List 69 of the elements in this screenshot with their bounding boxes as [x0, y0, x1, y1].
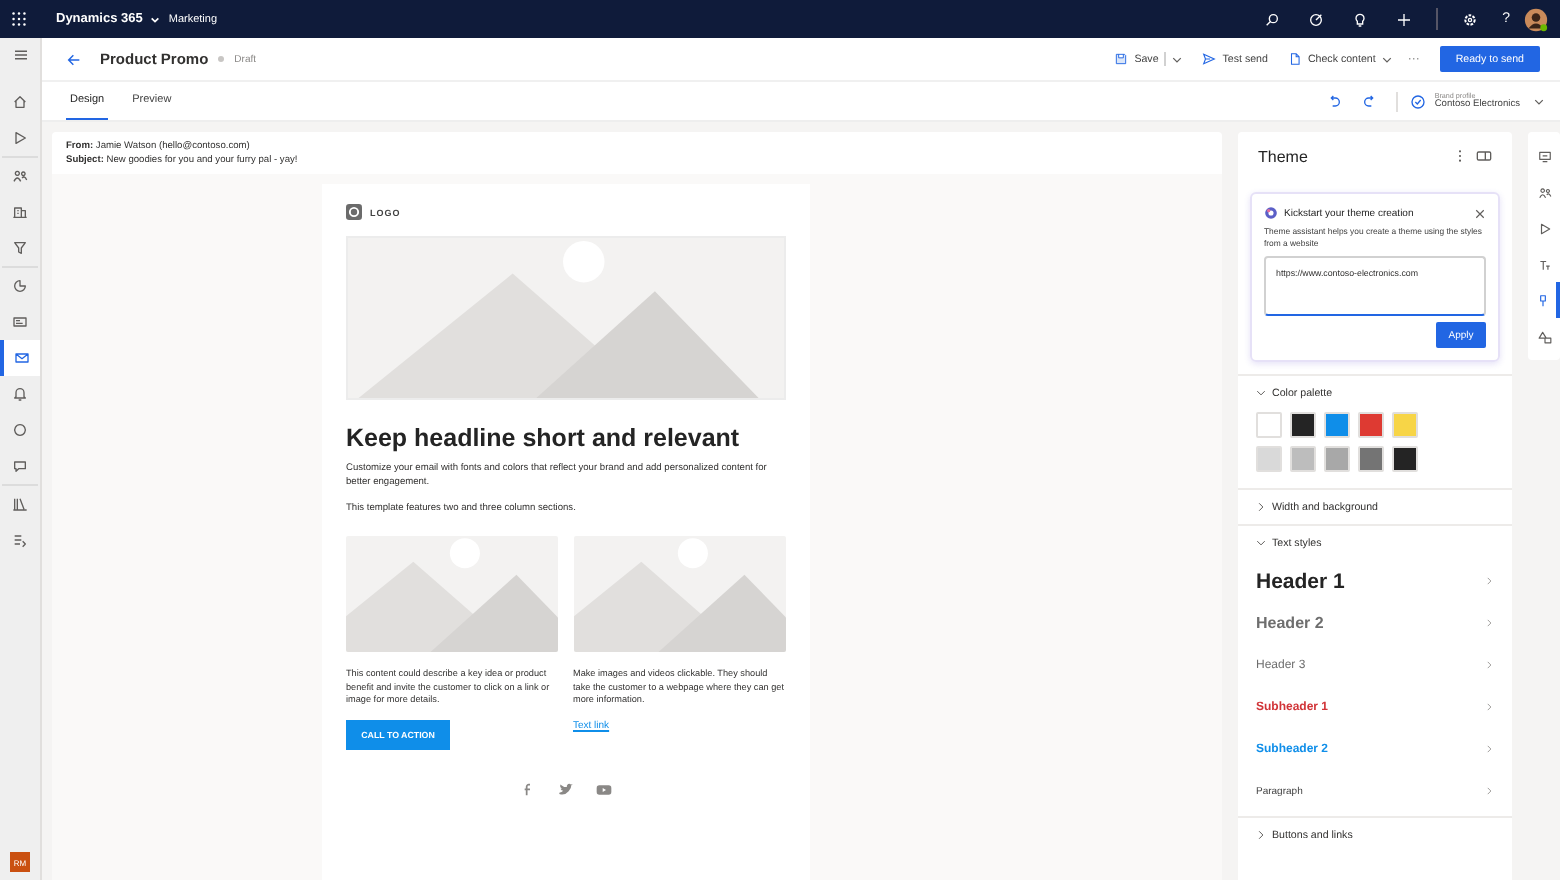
- color-swatch[interactable]: [1324, 446, 1350, 473]
- search-icon[interactable]: [1264, 11, 1281, 27]
- shapes-icon: [1537, 329, 1551, 343]
- redo-icon[interactable]: [1362, 93, 1379, 109]
- screen-icon: [1537, 149, 1551, 163]
- color-swatch[interactable]: [1290, 412, 1316, 439]
- caret-icon: [1172, 55, 1183, 63]
- mail-icon: [14, 350, 30, 366]
- list-icon: [12, 532, 28, 548]
- video-play-icon[interactable]: [596, 781, 612, 798]
- plus-icon[interactable]: [1396, 11, 1413, 27]
- bird-icon[interactable]: [558, 781, 574, 798]
- card-icon: [12, 314, 28, 330]
- play-icon: [12, 130, 28, 146]
- color-swatch[interactable]: [1392, 412, 1418, 439]
- chevron-right-icon: [1484, 702, 1494, 713]
- close-icon[interactable]: [1474, 207, 1486, 219]
- color-swatch[interactable]: [1256, 446, 1282, 473]
- undo-icon[interactable]: [1326, 93, 1343, 109]
- color-swatch[interactable]: [1392, 446, 1418, 473]
- nav-item[interactable]: [0, 340, 40, 376]
- chevron-right-icon: [1484, 660, 1494, 671]
- text-icon: [1537, 257, 1551, 271]
- panel-title: Theme: [1258, 147, 1308, 165]
- collapse-panel-icon[interactable]: [1476, 148, 1492, 164]
- brand-check-icon: [1410, 93, 1427, 109]
- bell-icon: [12, 386, 28, 402]
- pie-icon: [12, 278, 28, 294]
- chevron-right-icon: [1484, 618, 1494, 629]
- app-launcher-icon[interactable]: [12, 12, 26, 26]
- color-swatch[interactable]: [1324, 412, 1350, 439]
- color-swatch[interactable]: [1290, 446, 1316, 473]
- caret-icon: [1381, 55, 1392, 63]
- chevron-right-icon: [1256, 502, 1266, 513]
- back-arrow-icon[interactable]: [66, 51, 82, 67]
- library-icon: [12, 496, 28, 512]
- text-style-item[interactable]: Header 1: [1238, 560, 1512, 603]
- chevron-down-icon[interactable]: [1534, 97, 1544, 105]
- send-icon: [1202, 52, 1217, 66]
- chevron-right-icon: [1484, 786, 1494, 797]
- target-icon[interactable]: [1308, 11, 1325, 27]
- people-icon: [1537, 185, 1551, 199]
- document-icon: [1287, 52, 1302, 66]
- text-style-item[interactable]: Header 2: [1238, 602, 1512, 645]
- funnel-icon: [12, 240, 28, 256]
- email-headline: Keep headline short and relevant: [346, 424, 742, 452]
- copilot-icon: [1264, 206, 1278, 220]
- chevron-right-icon: [1484, 744, 1494, 755]
- chevron-down-icon: [1256, 538, 1266, 549]
- building-icon: [12, 204, 28, 220]
- f-icon[interactable]: [520, 781, 536, 798]
- color-swatch[interactable]: [1256, 412, 1282, 439]
- save-icon: [1114, 52, 1129, 66]
- logo-icon: [346, 204, 362, 220]
- avatar-icon[interactable]: [1524, 7, 1548, 31]
- home-icon: [12, 94, 28, 110]
- chevron-right-icon: [1484, 576, 1494, 587]
- color-swatch[interactable]: [1358, 446, 1384, 473]
- chevron-down-icon: [1256, 388, 1266, 399]
- menu-icon[interactable]: [11, 46, 29, 64]
- caret-icon[interactable]: [150, 15, 161, 23]
- play-icon: [1537, 221, 1551, 235]
- chat-icon: [12, 458, 28, 474]
- lightbulb-icon[interactable]: [1352, 11, 1369, 27]
- people-icon: [12, 168, 28, 184]
- chevron-right-icon: [1256, 830, 1266, 841]
- color-swatch[interactable]: [1358, 412, 1384, 439]
- settings-icon[interactable]: [1462, 11, 1479, 27]
- brush-icon: [1535, 293, 1549, 307]
